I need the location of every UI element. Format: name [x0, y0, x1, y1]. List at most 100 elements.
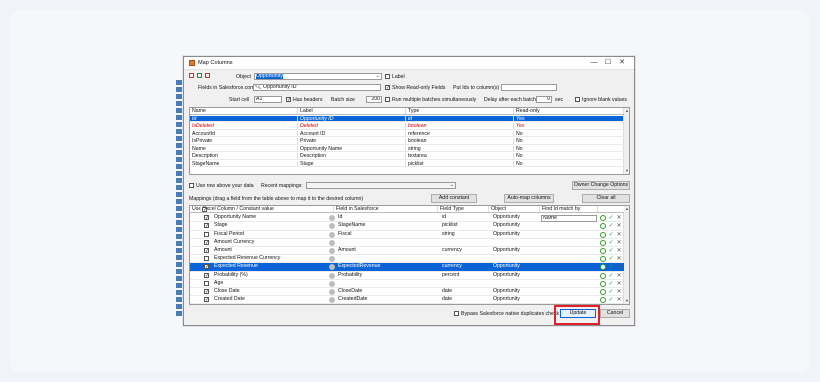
use-checkbox[interactable]	[204, 280, 209, 286]
edit-check-icon[interactable]: ✓	[608, 256, 614, 262]
mapping-row[interactable]: ✓ Opportunity Name Id id Opportunity Name ✓ ✕	[190, 214, 624, 223]
remove-icon[interactable]: ✕	[616, 264, 622, 270]
mapping-row[interactable]: ✓ Close Date CloseDate date Opportunity ✓ ✕	[190, 288, 624, 297]
open-icon[interactable]	[197, 73, 202, 78]
field-drop-icon[interactable]	[329, 239, 335, 246]
add-row-icon[interactable]	[600, 256, 606, 263]
field-drop-icon[interactable]	[329, 280, 335, 287]
remove-icon[interactable]: ✕	[616, 289, 622, 295]
add-row-icon[interactable]	[600, 264, 606, 271]
remove-icon[interactable]: ✕	[616, 223, 622, 229]
field-drop-icon[interactable]	[329, 223, 335, 230]
use-checkbox[interactable]: ✓	[204, 223, 209, 229]
fields-row[interactable]: Id Opportunity ID id Yes	[190, 115, 624, 123]
edit-check-icon[interactable]: ✓	[608, 289, 614, 295]
fields-grid[interactable]: ▲ ▼ Name Label Type Read-only Id Opportunity …	[189, 107, 630, 175]
use-checkbox[interactable]: ✓	[204, 297, 209, 303]
remove-icon[interactable]: ✕	[616, 215, 622, 221]
edit-check-icon[interactable]: ✓	[608, 232, 614, 238]
edit-check-icon[interactable]: ✓	[608, 248, 614, 254]
use-row-above-checkbox[interactable]	[189, 183, 194, 188]
edit-check-icon[interactable]: ✓	[608, 240, 614, 246]
mapping-row[interactable]: ✓ Amount Currency ✓ ✕	[190, 239, 624, 247]
field-drop-icon[interactable]	[329, 215, 335, 222]
add-row-icon[interactable]	[600, 223, 606, 230]
add-row-icon[interactable]	[600, 272, 606, 279]
add-row-icon[interactable]	[600, 231, 606, 238]
remove-icon[interactable]: ✕	[616, 281, 622, 287]
use-checkbox[interactable]: ✓	[204, 248, 209, 254]
cancel-button[interactable]: Cancel	[600, 309, 630, 318]
add-row-icon[interactable]	[600, 215, 606, 222]
auto-map-button[interactable]: Auto-map columns	[504, 194, 554, 203]
use-checkbox[interactable]	[204, 231, 209, 237]
mapping-row[interactable]: ✓ Probability (%) Probability percent Opport…	[190, 272, 624, 280]
fields-row[interactable]: IsPrivate Private boolean No	[190, 138, 624, 145]
field-drop-icon[interactable]	[329, 264, 335, 271]
add-row-icon[interactable]	[600, 239, 606, 246]
fields-row[interactable]: Name Opportunity Name string No	[190, 145, 624, 153]
bypass-checkbox[interactable]	[454, 311, 459, 316]
use-checkbox[interactable]: ✓	[204, 215, 209, 221]
add-row-icon[interactable]	[600, 248, 606, 254]
field-search-input[interactable]: 🔍︎ Opportunity ID	[253, 84, 381, 91]
mapping-row[interactable]: Age ✓ ✕	[190, 280, 624, 288]
use-checkbox[interactable]: ✓	[204, 272, 209, 278]
fields-header-row[interactable]: Name Label Type Read-only	[190, 108, 624, 115]
mapping-row[interactable]: ✓ Stage StageName picklist Opportunity ✓ ✕	[190, 222, 624, 231]
edit-check-icon[interactable]: ✓	[608, 223, 614, 229]
match-select[interactable]: Name	[541, 214, 597, 222]
field-drop-icon[interactable]	[329, 256, 335, 263]
edit-check-icon[interactable]: ✓	[608, 215, 614, 221]
edit-check-icon[interactable]: ✓	[608, 273, 614, 279]
edit-check-icon[interactable]: ✓	[608, 281, 614, 287]
ignore-blank-checkbox[interactable]	[575, 97, 580, 102]
add-constant-button[interactable]: Add constant	[431, 194, 477, 203]
remove-icon[interactable]: ✕	[616, 240, 622, 246]
scroll-up-icon[interactable]: ▲	[624, 108, 629, 114]
start-cell-input[interactable]: A1	[254, 96, 282, 103]
remove-icon[interactable]: ✕	[616, 256, 622, 262]
use-checkbox[interactable]: ✓	[204, 264, 209, 270]
mapping-row[interactable]: Expected Revenue Currency ✓ ✕	[190, 255, 624, 264]
save-icon[interactable]	[189, 73, 194, 78]
object-select[interactable]: Opportunity ⌄	[254, 73, 382, 80]
select-all-checkbox[interactable]: ✓	[202, 206, 207, 212]
scroll-up-icon[interactable]: ▲	[624, 206, 629, 212]
mapping-grid[interactable]: ▲ ▼ Use Excel Column / Constant value Fiel…	[189, 205, 630, 305]
remove-icon[interactable]: ✕	[616, 297, 622, 303]
mapping-row[interactable]: ✓ Created Date CreatedDate date Opportunity ✓…	[190, 296, 624, 304]
owner-change-button[interactable]: Owner Change Options	[572, 181, 630, 190]
use-checkbox[interactable]: ✓	[204, 289, 209, 295]
use-checkbox[interactable]: ✓	[204, 239, 209, 245]
add-row-icon[interactable]	[600, 297, 606, 304]
field-drop-icon[interactable]	[329, 231, 335, 238]
put-ids-input[interactable]	[501, 84, 557, 91]
scroll-down-icon[interactable]: ▼	[624, 168, 629, 174]
label-checkbox[interactable]	[385, 74, 390, 79]
fields-row[interactable]: IsDeleted Deleted boolean Yes	[190, 123, 624, 130]
scroll-down-icon[interactable]: ▼	[624, 298, 629, 304]
run-multiple-checkbox[interactable]	[385, 97, 390, 102]
fields-row[interactable]: AccountId Account ID reference No	[190, 130, 624, 138]
field-drop-icon[interactable]	[329, 248, 335, 254]
recent-mappings-select[interactable]: ⌄	[306, 182, 456, 189]
field-drop-icon[interactable]	[329, 272, 335, 279]
field-drop-icon[interactable]	[329, 297, 335, 304]
delay-input[interactable]: 0	[536, 96, 552, 103]
show-readonly-checkbox[interactable]: ✓	[385, 85, 390, 91]
remove-icon[interactable]: ✕	[616, 248, 622, 254]
use-checkbox[interactable]	[204, 256, 209, 262]
remove-icon[interactable]: ✕	[616, 232, 622, 238]
clear-all-button[interactable]: Clear all	[582, 194, 630, 203]
has-headers-checkbox[interactable]: ✓	[286, 97, 291, 103]
mapping-row[interactable]: Fiscal Period Fiscal string Opportunity ✓ ✕	[190, 231, 624, 239]
edit-check-icon[interactable]: ✓	[608, 264, 614, 270]
maximize-button[interactable]: ☐	[602, 58, 614, 68]
add-row-icon[interactable]	[600, 289, 606, 295]
grid-icon[interactable]	[205, 73, 210, 78]
batch-size-input[interactable]: 200	[366, 96, 382, 103]
field-drop-icon[interactable]	[329, 289, 335, 295]
mapping-row[interactable]: ✓ Amount Amount currency Opportunity ✓ ✕	[190, 247, 624, 256]
edit-check-icon[interactable]: ✓	[608, 297, 614, 303]
